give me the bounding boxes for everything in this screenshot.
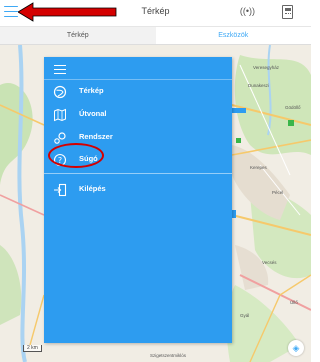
menu-item-logout[interactable]: Kilépés	[44, 180, 232, 200]
map-label: Vecsés	[262, 260, 277, 265]
logout-icon	[53, 183, 67, 197]
map-label: Pécel	[272, 190, 284, 195]
map-label: Gödöllő	[285, 105, 301, 110]
map-label: Dunakeszi	[248, 83, 270, 88]
map-label: Kerepes	[250, 165, 267, 170]
menu-item-label: Kilépés	[79, 184, 106, 193]
menu-item-map[interactable]: Térkép	[44, 82, 232, 102]
menu-divider	[44, 173, 232, 174]
map-label: Gyál	[240, 313, 250, 318]
map-scale: 2 km	[23, 345, 42, 352]
tab-bar: Térkép Eszközök	[0, 27, 311, 45]
top-bar: Térkép ((•))	[0, 0, 311, 27]
map-icon	[53, 85, 67, 99]
menu-item-label: Térkép	[79, 86, 104, 95]
highlight-annotation	[48, 143, 104, 168]
map-label: Veresegyház	[253, 65, 280, 70]
layers-icon[interactable]: ◈	[288, 340, 304, 356]
drawer-divider	[44, 79, 232, 80]
drawer-menu-icon[interactable]	[54, 65, 66, 75]
navigation-drawer: Térkép Útvonal Rendszer ? Súgó Kilépés	[44, 57, 232, 343]
tab-tools[interactable]: Eszközök	[155, 27, 311, 44]
route-icon	[53, 108, 67, 122]
tab-map[interactable]: Térkép	[0, 27, 156, 44]
menu-item-label: Rendszer	[79, 132, 113, 141]
app-frame: Térkép ((•)) Térkép Eszközök Veresegyház…	[0, 0, 311, 362]
calculator-icon[interactable]	[282, 5, 293, 19]
map-label: Üllő	[290, 300, 298, 305]
menu-item-route[interactable]: Útvonal	[44, 105, 232, 125]
page-title: Térkép	[141, 6, 170, 16]
menu-item-label: Útvonal	[79, 109, 107, 118]
gps-signal-icon[interactable]: ((•))	[240, 6, 255, 16]
map-label: Szigetszentmiklós	[150, 353, 187, 358]
